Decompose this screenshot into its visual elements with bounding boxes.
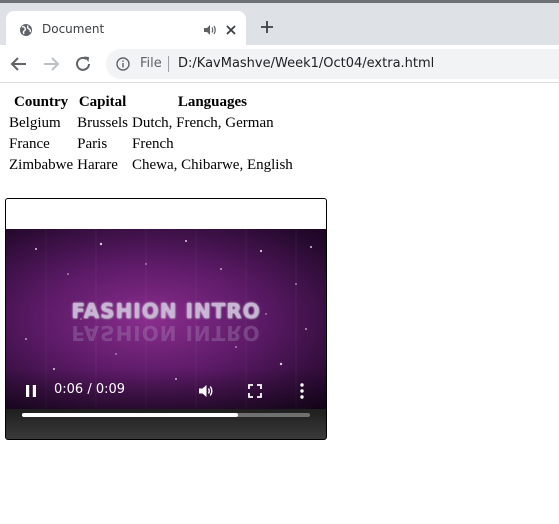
arrow-right-icon[interactable] — [41, 54, 61, 74]
progress-fill — [22, 413, 238, 417]
arrow-left-icon[interactable] — [9, 54, 29, 74]
address-separator — [168, 56, 169, 72]
table-cell: French — [132, 136, 174, 152]
table-cell: France — [9, 136, 50, 152]
column-header: Languages — [177, 94, 247, 110]
countries-table: Country Capital Languages Belgium Brusse… — [6, 91, 296, 177]
table-cell: Brussels — [77, 115, 128, 131]
reload-icon[interactable] — [73, 54, 93, 74]
plus-icon[interactable] — [259, 19, 275, 35]
tab-title: Document — [42, 22, 105, 36]
video-frame-title: FASHION INTRO — [71, 299, 261, 323]
table-row: Zimbabwe Harare Chewa, Chibarwe, English — [8, 156, 294, 175]
url-text[interactable]: D:/KavMashve/Week1/Oct04/extra.html — [178, 56, 434, 71]
volume-icon[interactable] — [197, 382, 215, 400]
table-cell: Dutch, French, German — [132, 115, 274, 131]
fullscreen-icon[interactable] — [247, 383, 263, 399]
speaker-icon[interactable] — [203, 24, 217, 36]
table-cell: Zimbabwe — [9, 157, 74, 173]
table-cell: Belgium — [9, 115, 61, 131]
column-header: Capital — [78, 94, 127, 110]
pause-icon[interactable] — [23, 383, 39, 399]
table-cell: Paris — [77, 136, 108, 152]
address-bar[interactable]: File D:/KavMashve/Week1/Oct04/extra.html — [106, 49, 559, 79]
info-icon[interactable] — [116, 57, 130, 71]
more-vert-icon[interactable] — [296, 382, 308, 400]
table-cell: Harare — [77, 157, 118, 173]
video-player[interactable]: FASHION INTRO FASHION INTRO 0:06 / 0:09 — [5, 198, 327, 440]
table-cell: Chewa, Chibarwe, English — [132, 157, 293, 173]
page-viewport: Country Capital Languages Belgium Brusse… — [0, 83, 559, 524]
close-icon[interactable] — [223, 22, 239, 38]
column-header: Country — [13, 94, 69, 110]
video-letterbox-top — [6, 199, 326, 229]
tab-strip: Document — [0, 3, 559, 48]
progress-bar[interactable] — [22, 413, 310, 417]
browser-toolbar: File D:/KavMashve/Week1/Oct04/extra.html — [0, 45, 559, 82]
tab-document[interactable]: Document — [6, 11, 246, 48]
scheme-label: File — [140, 56, 162, 71]
globe-icon — [20, 24, 32, 36]
table-row: France Paris French — [8, 135, 294, 154]
table-header-row: Country Capital Languages — [8, 93, 294, 112]
video-frame-title-reflection: FASHION INTRO — [71, 321, 261, 345]
table-row: Belgium Brussels Dutch, French, German — [8, 114, 294, 133]
time-readout: 0:06 / 0:09 — [54, 382, 126, 397]
